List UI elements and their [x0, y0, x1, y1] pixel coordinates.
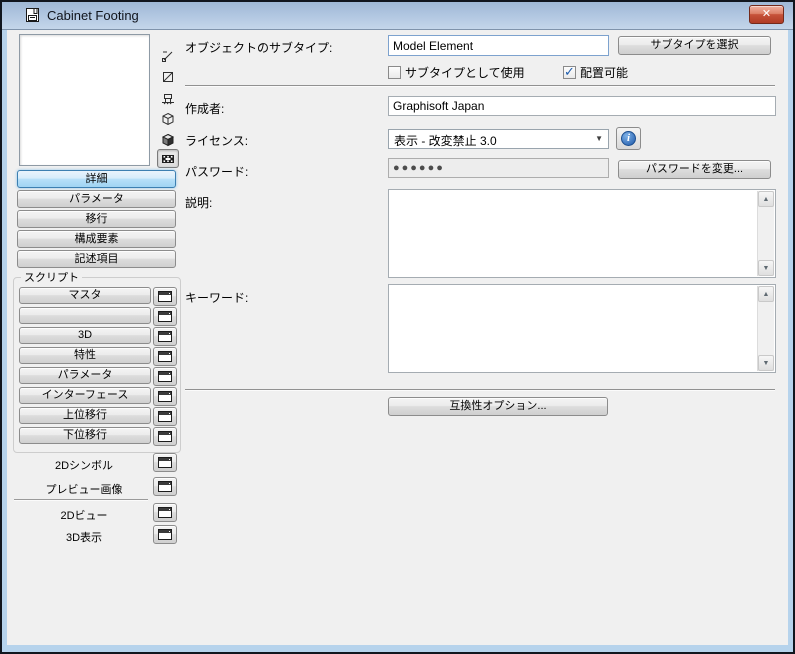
view-label-2d-view: 2Dビュー: [60, 510, 108, 522]
filmstrip-icon: [162, 154, 174, 163]
window-icon: [158, 371, 172, 382]
window-icon: [158, 291, 172, 302]
preview-mode-hatched-square-button[interactable]: [157, 67, 179, 86]
script-button-backward-migration[interactable]: 下位移行: [19, 427, 151, 444]
scroll-down-icon[interactable]: ▼: [758, 260, 774, 276]
placeable-checkbox[interactable]: 配置可能: [563, 64, 628, 80]
library-part-icon: [26, 8, 39, 22]
keywords-scrollbar[interactable]: ▲ ▼: [757, 286, 774, 371]
hatched-square-icon: [163, 71, 173, 82]
window-icon: [158, 507, 172, 518]
keywords-label: キーワード:: [185, 291, 249, 305]
nav-button-description-items[interactable]: 記述項目: [17, 250, 176, 268]
nav-button-parameters[interactable]: パラメータ: [17, 190, 176, 208]
info-icon: i: [621, 131, 636, 146]
description-label: 説明:: [185, 196, 213, 210]
author-input[interactable]: [388, 96, 776, 116]
view-window-button-preview-picture[interactable]: [153, 477, 177, 496]
dialog-cabinet-footing: Cabinet Footing ✕ 詳細 パラメータ 移行 構成要素 記述項目 …: [0, 0, 795, 654]
preview-mode-filmstrip-button[interactable]: [157, 149, 179, 168]
chevron-down-icon: ▼: [595, 134, 603, 143]
script-button-forward-migration[interactable]: 上位移行: [19, 407, 151, 424]
preview-mode-wireframe-3d-button[interactable]: [157, 109, 179, 128]
script-window-button-parameter[interactable]: [153, 367, 177, 386]
window-icon: [158, 431, 172, 442]
checkbox-unchecked[interactable]: [388, 65, 401, 79]
shaded-cube-icon: [161, 133, 175, 146]
script-button-parameter[interactable]: パラメータ: [19, 367, 151, 384]
keywords-textarea[interactable]: ▲ ▼: [388, 284, 776, 373]
nav-button-components[interactable]: 構成要素: [17, 230, 176, 248]
window-icon: [158, 481, 172, 492]
script-button-3d[interactable]: 3D: [19, 327, 151, 344]
placeable-checkbox-label: 配置可能: [580, 65, 629, 80]
script-button-2d[interactable]: [19, 307, 151, 324]
window-icon: [158, 311, 172, 322]
description-scrollbar[interactable]: ▲ ▼: [757, 191, 774, 276]
view-window-button-2d-symbol[interactable]: [153, 453, 177, 472]
window-title: Cabinet Footing: [47, 8, 139, 23]
license-label: ライセンス:: [185, 134, 249, 148]
subtype-input[interactable]: [388, 35, 609, 56]
window-icon: [158, 529, 172, 540]
password-label: パスワード:: [185, 165, 249, 179]
script-window-button-3d[interactable]: [153, 327, 177, 346]
window-icon: [158, 391, 172, 402]
description-textarea[interactable]: ▲ ▼: [388, 189, 776, 278]
preview-mode-symbol-line-button[interactable]: [157, 46, 179, 65]
preview-mode-shaded-3d-button[interactable]: [157, 130, 179, 149]
license-dropdown-value: 表示 - 改変禁止 3.0: [394, 134, 497, 148]
view-label-3d-view: 3D表示: [65, 532, 103, 544]
license-info-button[interactable]: i: [616, 127, 641, 150]
script-window-button-forward-migration[interactable]: [153, 407, 177, 426]
scroll-up-icon[interactable]: ▲: [758, 286, 774, 302]
symbol-line-icon: [162, 51, 173, 62]
sidebar-separator: [14, 499, 148, 501]
script-button-interface[interactable]: インターフェース: [19, 387, 151, 404]
license-dropdown[interactable]: 表示 - 改変禁止 3.0 ▼: [388, 129, 609, 149]
script-group-label: スクリプト: [21, 269, 82, 285]
author-label: 作成者:: [185, 102, 225, 116]
nav-button-migration[interactable]: 移行: [17, 210, 176, 228]
close-button[interactable]: ✕: [749, 5, 784, 24]
checkbox-checked[interactable]: [563, 64, 576, 80]
script-window-button-interface[interactable]: [153, 387, 177, 406]
script-button-master[interactable]: マスタ: [19, 287, 151, 304]
separator: [185, 389, 775, 391]
view-label-2d-symbol: 2Dシンボル: [54, 460, 114, 472]
use-as-subtype-checkbox[interactable]: サブタイプとして使用: [388, 64, 525, 80]
select-subtype-button[interactable]: サブタイプを選択: [618, 36, 771, 55]
subtype-label: オブジェクトのサブタイプ:: [185, 41, 333, 55]
script-window-button-2d[interactable]: [153, 307, 177, 326]
window-icon: [158, 351, 172, 362]
preview-mode-front-view-button[interactable]: [157, 88, 179, 107]
script-window-button-master[interactable]: [153, 287, 177, 306]
use-as-subtype-checkbox-label: サブタイプとして使用: [405, 65, 525, 80]
view-window-button-2d-view[interactable]: [153, 503, 177, 522]
change-password-button[interactable]: パスワードを変更...: [618, 160, 771, 179]
view-label-preview-picture: プレビュー画像: [45, 484, 123, 496]
password-input[interactable]: ●●●●●●: [388, 158, 609, 178]
wireframe-cube-icon: [162, 112, 174, 125]
script-window-button-properties[interactable]: [153, 347, 177, 366]
compatibility-options-button[interactable]: 互換性オプション...: [388, 397, 608, 416]
script-button-properties[interactable]: 特性: [19, 347, 151, 364]
scroll-up-icon[interactable]: ▲: [758, 191, 774, 207]
window-icon: [158, 457, 172, 468]
front-view-icon: [162, 93, 174, 104]
separator: [185, 85, 775, 87]
scroll-down-icon[interactable]: ▼: [758, 355, 774, 371]
nav-button-details[interactable]: 詳細: [17, 170, 176, 188]
window-icon: [158, 331, 172, 342]
script-window-button-backward-migration[interactable]: [153, 427, 177, 446]
view-window-button-3d-view[interactable]: [153, 525, 177, 544]
object-preview-pane: [19, 34, 150, 166]
window-icon: [158, 411, 172, 422]
